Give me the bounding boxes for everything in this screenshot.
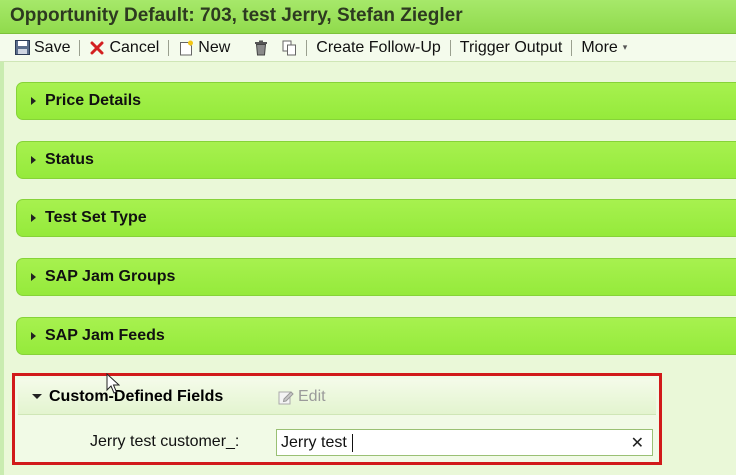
section-label: SAP Jam Groups [45,268,176,285]
cancel-button[interactable]: Cancel [89,39,159,57]
custom-defined-fields-title: Custom-Defined Fields [49,387,224,405]
cancel-label: Cancel [109,38,160,56]
section-label: Test Set Type [45,209,147,226]
toolbar-divider [168,39,170,56]
page-title: Opportunity Default: 703, test Jerry, St… [10,5,463,26]
new-button[interactable]: New [178,39,230,57]
cancel-icon [89,40,105,56]
new-icon [178,40,194,56]
mouse-pointer-icon [106,373,120,394]
section-status[interactable]: Status [16,141,736,179]
section-label: Status [45,151,94,168]
expand-arrow-icon [31,97,36,105]
title-bar: Opportunity Default: 703, test Jerry, St… [0,0,736,34]
toolbar-divider [306,39,308,56]
expand-arrow-icon [31,214,36,222]
edit-label: Edit [298,388,326,405]
section-label: SAP Jam Feeds [45,327,165,344]
copy-button[interactable] [281,40,297,56]
delete-button[interactable] [253,40,269,56]
jerry-test-customer-label: Jerry test customer_: [90,433,240,450]
more-label: More [581,38,618,56]
create-follow-up-label: Create Follow-Up [316,38,441,56]
section-label: Price Details [45,92,142,109]
delete-icon [253,40,269,56]
input-value: Jerry test [281,433,347,451]
text-caret [351,433,353,452]
copy-icon [281,40,297,56]
toolbar: Save Cancel New Create Follow-Up Trigger… [0,34,736,62]
save-label: Save [34,38,71,56]
jerry-test-customer-input[interactable]: Jerry test ✕ [276,429,653,456]
trigger-output-label: Trigger Output [459,38,563,56]
new-label: New [198,38,231,56]
toolbar-divider [79,39,81,56]
left-strip [0,62,4,475]
expand-arrow-icon [31,332,36,340]
chevron-down-icon: ▾ [622,42,628,52]
more-button[interactable]: More ▾ [581,39,627,57]
save-icon [14,40,30,56]
edit-icon [278,389,294,405]
section-sap-jam-feeds[interactable]: SAP Jam Feeds [16,317,736,355]
collapse-arrow-icon [32,394,42,399]
edit-button[interactable]: Edit [278,388,326,406]
section-test-set-type[interactable]: Test Set Type [16,199,736,237]
toolbar-divider [571,39,573,56]
create-follow-up-button[interactable]: Create Follow-Up [316,39,440,57]
expand-arrow-icon [31,273,36,281]
save-button[interactable]: Save [14,39,70,57]
expand-arrow-icon [31,156,36,164]
clear-icon[interactable]: ✕ [631,433,644,453]
toolbar-divider [449,39,451,56]
section-sap-jam-groups[interactable]: SAP Jam Groups [16,258,736,296]
section-price-details[interactable]: Price Details [16,82,736,120]
trigger-output-button[interactable]: Trigger Output [460,39,563,57]
